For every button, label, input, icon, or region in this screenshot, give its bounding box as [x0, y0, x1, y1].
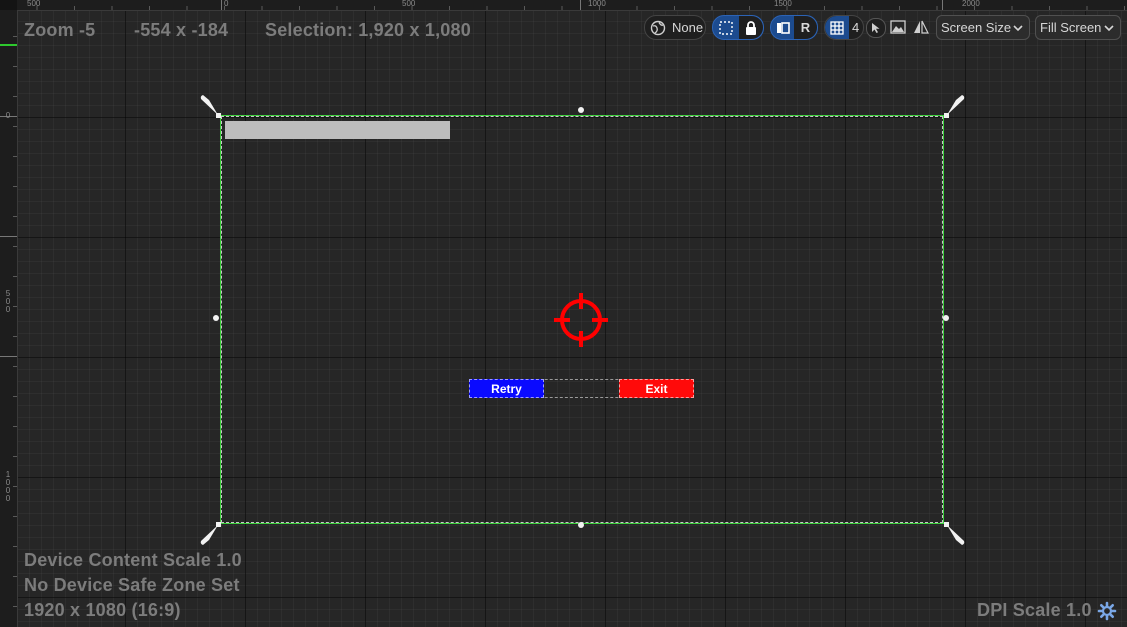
anchor-bottom-left-icon[interactable]: [197, 522, 221, 546]
resize-handle-right[interactable]: [943, 315, 949, 321]
ruler-label: 1000: [588, 0, 606, 8]
retry-button[interactable]: Retry: [469, 379, 544, 398]
top-ruler[interactable]: 500 0 500 1000 1500 2000: [17, 0, 1127, 11]
grid-icon[interactable]: [825, 16, 849, 39]
globe-icon: [650, 20, 666, 36]
layers-icon[interactable]: [771, 16, 794, 39]
pointer-icon[interactable]: [866, 18, 886, 38]
localization-preview-button[interactable]: None: [644, 15, 706, 40]
anchor-top-left-icon[interactable]: [197, 94, 221, 118]
screen-size-label: Screen Size: [941, 20, 1012, 35]
resize-handle-top[interactable]: [578, 107, 584, 113]
lock-icon[interactable]: [739, 16, 763, 39]
ruler-label: 1500: [774, 0, 792, 8]
ruler-label: 0: [224, 0, 229, 8]
selection-size: Selection: 1,920 x 1,080: [265, 20, 471, 40]
exit-button-label: Exit: [645, 381, 668, 396]
fill-screen-label: Fill Screen: [1040, 20, 1102, 35]
resize-handle-bottom[interactable]: [578, 522, 584, 528]
dpi-settings-gear-icon[interactable]: [1097, 601, 1117, 621]
screen-size-dropdown[interactable]: Screen Size: [936, 15, 1030, 40]
marquee-select-icon[interactable]: [713, 16, 739, 39]
ruler-label: 5 0 0: [5, 289, 11, 314]
ruler-major-tick: [0, 356, 17, 357]
anchor-top-right-icon[interactable]: [944, 94, 968, 118]
retry-button-label: Retry: [491, 381, 522, 396]
resolution-label: 1920 x 1080 (16:9): [24, 600, 181, 620]
mirror-icon[interactable]: [912, 18, 930, 36]
zoom-label: Zoom -5: [24, 20, 96, 40]
dpi-scale-label: DPI Scale 1.0: [977, 600, 1092, 620]
ruler-label: 2000: [962, 0, 980, 8]
anchor-bottom-right-icon[interactable]: [944, 522, 968, 546]
ruler-major-tick: [942, 0, 943, 10]
safe-zone-status: No Device Safe Zone Set: [24, 575, 240, 595]
ruler-label: 500: [402, 0, 416, 8]
designer-canvas[interactable]: 500 0 500 1000 1500 2000 0 5 0 0 1 0 0 0…: [0, 0, 1127, 627]
ruler-indicator: [0, 44, 17, 46]
ruler-label: 1 0 0 0: [5, 470, 11, 503]
exit-button[interactable]: Exit: [619, 379, 694, 398]
fill-screen-dropdown[interactable]: Fill Screen: [1035, 15, 1121, 40]
crosshair-icon[interactable]: [552, 291, 610, 349]
progress-bar[interactable]: [225, 121, 450, 139]
ruler-label: 500: [27, 0, 41, 8]
refresh-r-button[interactable]: R: [794, 16, 817, 39]
ruler-major-tick: [0, 236, 17, 237]
chevron-down-icon: [1104, 20, 1114, 35]
device-content-scale: Device Content Scale 1.0: [24, 550, 242, 570]
ruler-label: 0: [5, 111, 11, 120]
localization-label: None: [672, 20, 704, 35]
refresh-toggle[interactable]: R: [770, 15, 818, 40]
image-icon[interactable]: [889, 18, 907, 36]
left-ruler[interactable]: 0 5 0 0 1 0 0 0: [0, 10, 18, 627]
cursor-coords: -554 x -184: [134, 20, 229, 40]
ruler-major-tick: [580, 0, 581, 10]
ruler-major-tick: [221, 0, 222, 10]
grid-snap-toggle[interactable]: 4: [824, 15, 864, 40]
resize-handle-left[interactable]: [213, 315, 219, 321]
respect-locks-toggle[interactable]: [712, 15, 764, 40]
grid-snap-value[interactable]: 4: [852, 20, 859, 35]
chevron-down-icon: [1013, 20, 1023, 35]
